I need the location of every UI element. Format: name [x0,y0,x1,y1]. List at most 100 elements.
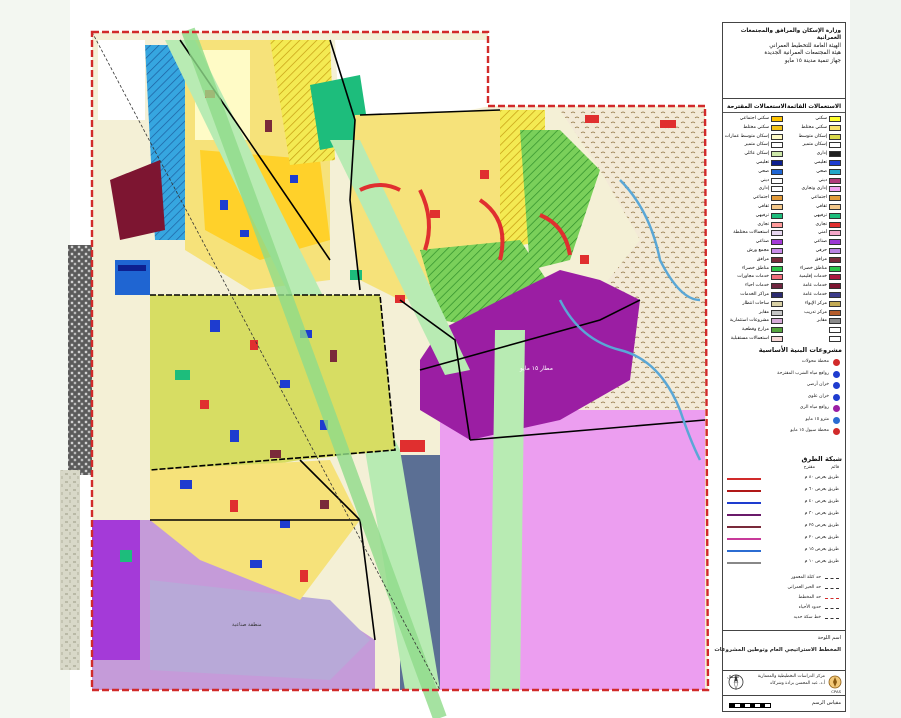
boundary-line-key [825,578,839,579]
legend-swatch-proposed [771,177,783,184]
road-proposed-header: مقترح [803,465,815,470]
airport-area-label: مطار ١٥ مايو [519,365,553,372]
legend-swatch-proposed [771,283,783,290]
industrial-label: منطقة صناعية [232,622,262,628]
infrastructure-item: روافع مياه الري [799,405,829,410]
map-name-label: اسم اللوحة [817,635,841,641]
legend-swatch-existing [829,318,841,325]
road-existing-header: قائم [831,465,839,470]
boundary-item: حد المخطط [798,595,821,600]
legend-swatch-proposed [771,212,783,219]
legend-label-existing: حرفي [815,248,827,253]
legend-swatch-proposed [771,160,783,166]
legend-label-proposed: ساحات انتظار [742,300,769,306]
legend-label-existing: إسكان متميز [802,142,827,148]
legend-swatch-proposed [771,327,783,334]
road-line-key [727,538,761,540]
road-network-title: شبكة الطرق [801,455,842,463]
road-item: طريق بعرض ٢٠ م [804,535,839,540]
legend-label-proposed: إداري [758,186,769,192]
legend-label-existing: اجتماعي [810,195,827,201]
legend-swatch-proposed [771,168,783,175]
legend-swatch-proposed [771,204,783,210]
nuca-line: هيئة المجتمعات العمرانية الجديدة [764,50,841,57]
legend-label-existing: مركز الإيواء [804,300,827,306]
legend-label-proposed: مناطق خضراء [742,265,769,271]
legend-swatch-existing [829,327,841,334]
legend-swatch-proposed [771,309,783,316]
organization-subtitle: أ.د. عبد المحسن برادة وشركاه [770,681,825,686]
infrastructure-item: محطة محولات [801,359,829,364]
legend-existing-header: الاستعمالات القائمة [787,104,841,110]
legend-swatch-existing [829,239,841,246]
legend-swatch-existing [829,124,841,131]
legend-label-existing: مقابر [817,318,827,324]
legend-swatch-existing [829,160,841,166]
legend-label-proposed: مقابر [759,309,769,315]
legend-swatch-existing [829,204,841,210]
future-use-zone [440,410,705,690]
legend-proposed-header: الاستعمالات المقترحة [727,104,787,110]
infrastructure-icon [833,359,840,366]
map-name: المخطط الاستراتيجي العام وتوطين المشروعا… [714,647,841,653]
north-label: الشمال [727,674,740,679]
legend-label-existing [785,326,827,334]
infrastructure-icon [833,405,840,412]
legend-swatch-existing [829,186,841,193]
legend-label-proposed: صحي [758,168,769,174]
organization-short: CPAS [831,689,841,694]
road-line-key [727,514,761,516]
road-line-key [727,562,761,564]
legend-swatch-existing [829,292,841,298]
cpas-logo-icon [827,674,843,690]
legend-panel: وزارة الإسكان والمرافق والمجتمعات العمرا… [714,22,846,712]
infrastructure-icon [833,428,840,435]
legend-swatch-existing [829,221,841,228]
legend-swatch-existing [829,151,841,158]
industrial-zone-west [92,520,140,660]
infrastructure-item: خزان علوي [807,393,829,399]
legend-swatch-existing [829,168,841,175]
legend-swatch-proposed [771,230,783,237]
legend-swatch-existing [829,142,841,149]
legend-swatch-proposed [771,195,783,202]
legend-label-proposed: ترفيهي [755,212,769,218]
infrastructure-icon [833,370,840,378]
city-authority-line: جهاز تنمية مدينة ١٥ مايو [784,57,841,64]
legend-label-proposed: استعمالات مستقبلية [730,336,769,341]
scale-bar [729,703,771,708]
legend-label-proposed: صناعي [755,239,769,245]
legend-swatch-proposed [771,256,783,263]
legend-label-existing: ترفيهي [813,212,827,218]
road-item: طريق بعرض ٨٠ م [804,475,839,480]
legend-swatch-existing [829,195,841,202]
boundary-line-key [825,618,839,619]
legend-label-proposed: سكني اجتماعي [739,116,769,121]
infrastructure-item: مترو ١٥ مايو [805,416,830,422]
organization-name: مركز الدراسات التخطيطية والمعمارية [757,674,825,679]
legend-label-proposed: استعمالات مختلطة [733,230,769,236]
boundary-item: خط سكة حديد [793,615,821,620]
legend-label-existing: مرافق [814,256,827,262]
boundary-line-key [825,608,839,609]
legend-label-existing: مناطق خضراء [800,265,827,271]
legend-label-existing: خدمات إقليمية [799,274,827,280]
road-line-key [727,478,761,480]
boundary-item: حد الحيز العمراني [787,585,821,590]
legend-swatch-existing [829,309,841,316]
legend-label-existing: تعليمي [814,160,827,165]
legend-label-proposed: اجتماعي [752,195,769,201]
road-line-key [727,502,761,504]
infrastructure-icon [833,416,840,424]
legend-swatch-existing [829,274,841,281]
legend-label-proposed: ثقافي [757,204,769,209]
legend-swatch-proposed [771,239,783,246]
legend-swatch-proposed [771,151,783,158]
legend-swatch-proposed [771,265,783,272]
legend-swatch-proposed [771,336,783,342]
legend-label-proposed: مزارع وقطعية [742,327,769,333]
outer-context-west [0,0,70,718]
authority-line: الهيئة العامة للتخطيط العمراني [769,42,841,49]
infrastructure-item: محطة سيول ١٥ مايو [790,428,829,433]
legend-label-proposed: مجمع ورش [746,248,769,253]
